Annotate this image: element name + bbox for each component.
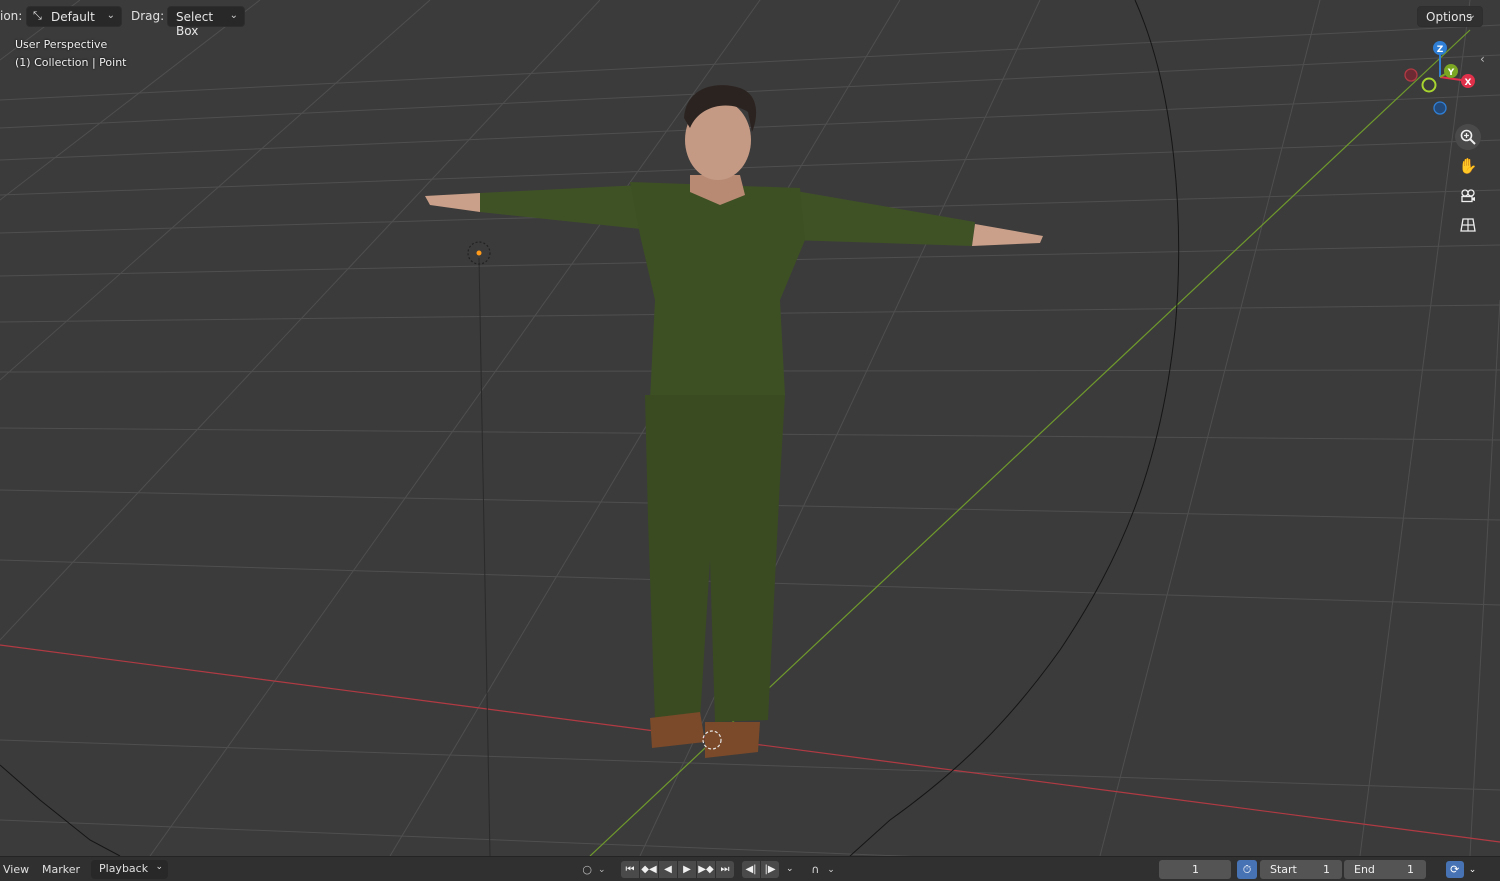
svg-text:Z: Z	[1437, 45, 1444, 55]
chevron-down-icon: ⌄	[1468, 864, 1477, 875]
chevron-down-icon[interactable]: ⌄	[786, 864, 794, 874]
playback-dropdown[interactable]: Playback ⌄	[91, 860, 169, 879]
gizmo-neg-y-icon[interactable]	[1421, 77, 1437, 93]
start-frame-field[interactable]: Start 1	[1260, 860, 1342, 879]
drag-dropdown[interactable]: Select Box ⌄	[167, 6, 245, 38]
options-label: Options	[1426, 10, 1473, 24]
chevron-down-icon: ⌄	[229, 10, 238, 21]
timeline-view-menu[interactable]: View	[3, 863, 29, 876]
current-frame-field[interactable]: 1	[1159, 860, 1231, 879]
transform-orientation-icon: ⤡	[33, 9, 42, 22]
orientation-dropdown[interactable]: ⤡ Default ⌄	[26, 6, 122, 27]
start-value: 1	[1323, 863, 1330, 876]
gizmo-neg-z-icon[interactable]	[1433, 101, 1447, 115]
options-dropdown[interactable]: Options ⌄	[1417, 6, 1483, 27]
sidebar-toggle-icon[interactable]: ‹	[1480, 52, 1485, 66]
light-origin	[476, 250, 482, 256]
playback-sync-button[interactable]: ⟳ ⌄	[1443, 860, 1479, 879]
jump-to-end-icon[interactable]: ⏭	[716, 861, 734, 878]
jump-to-start-icon[interactable]: ⏮	[621, 861, 639, 878]
svg-text:Y: Y	[1447, 68, 1455, 78]
sync-icon: ⟳	[1445, 861, 1464, 878]
chevron-down-icon: ⌄	[598, 864, 606, 875]
chevron-down-icon: ⌄	[106, 10, 115, 21]
zoom-icon[interactable]	[1455, 124, 1481, 150]
chevron-down-icon: ⌄	[1467, 10, 1476, 21]
auto-keying-toggle[interactable]: ○ ⌄	[576, 860, 612, 879]
camera-outline	[849, 0, 1180, 856]
play-reverse-icon[interactable]: ◀	[659, 861, 677, 878]
light-line	[478, 257, 491, 856]
end-frame-field[interactable]: End 1	[1344, 860, 1426, 879]
drag-label: Drag:	[131, 9, 165, 23]
record-circle-icon: ○	[582, 863, 593, 876]
current-frame-value: 1	[1192, 863, 1199, 876]
preview-range-icon[interactable]: ⏱	[1237, 860, 1257, 879]
prev-frame-icon[interactable]: ◀|	[742, 861, 760, 878]
camera-view-icon[interactable]	[1455, 183, 1481, 209]
navigation-gizmo[interactable]: Z Y X	[1404, 41, 1475, 115]
timeline-marker-menu[interactable]: Marker	[42, 863, 80, 876]
chevron-down-icon: ⌄	[155, 862, 164, 872]
orientation-label: ion:	[0, 9, 23, 23]
jump-to-keyframe-next-icon[interactable]: ▶◆	[697, 861, 715, 878]
playback-label: Playback	[99, 862, 149, 875]
orientation-value: Default	[51, 10, 95, 24]
svg-text:X: X	[1465, 78, 1472, 88]
character-model[interactable]	[425, 85, 1043, 758]
jump-to-keyframe-prev-icon[interactable]: ◆◀	[640, 861, 658, 878]
end-value: 1	[1407, 863, 1414, 876]
ortho-grid-icon[interactable]	[1455, 212, 1481, 238]
pan-hand-icon[interactable]: ✋	[1455, 153, 1481, 179]
chevron-down-icon: ⌄	[827, 864, 835, 875]
camera-outline-left	[0, 764, 121, 856]
keying-set-button[interactable]: ∩ ⌄	[805, 860, 841, 879]
next-frame-icon[interactable]: |▶	[761, 861, 779, 878]
view-perspective-label: User Perspective	[15, 38, 108, 51]
play-icon[interactable]: ▶	[678, 861, 696, 878]
3d-viewport[interactable]: Z Y X ion: ⤡ Default ⌄ Drag: Select Box …	[0, 0, 1500, 856]
gizmo-neg-x-icon[interactable]	[1404, 68, 1418, 82]
timeline-header: View Marker Playback ⌄ ○ ⌄ ⏮ ◆◀ ◀ ▶ ▶◆ ⏭ …	[0, 856, 1500, 881]
viewport-scene[interactable]: Z Y X	[0, 0, 1500, 856]
active-collection-label: (1) Collection | Point	[15, 56, 127, 69]
end-label: End	[1354, 863, 1375, 876]
magnet-icon: ∩	[811, 863, 820, 876]
viewport-header: ion: ⤡ Default ⌄ Drag: Select Box ⌄ Opti…	[0, 0, 1500, 38]
start-label: Start	[1270, 863, 1297, 876]
